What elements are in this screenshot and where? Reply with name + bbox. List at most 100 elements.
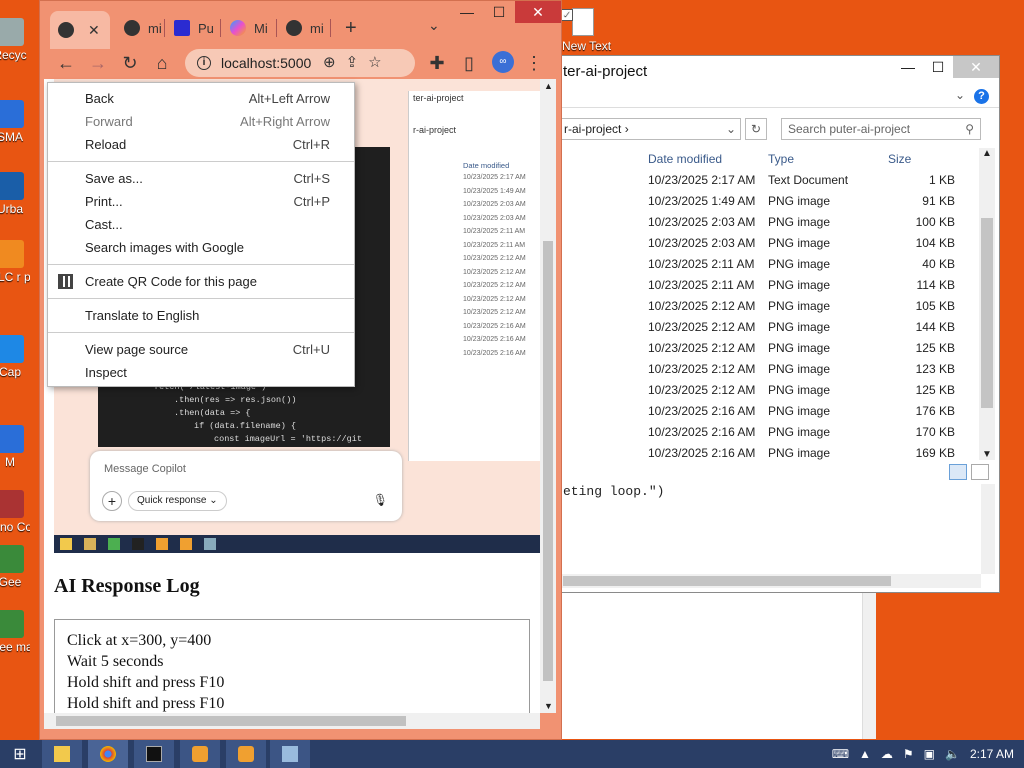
chevron-down-icon[interactable]: ⌄ [726, 122, 736, 136]
file-row[interactable]: 10/23/2025 2:17 AM Text Document 1 KB [559, 170, 979, 191]
refresh-button[interactable]: ↻ [745, 118, 767, 140]
menu-item-cast[interactable]: Cast... [48, 213, 354, 236]
scroll-up-icon[interactable]: ▲ [982, 148, 992, 159]
clock[interactable]: 2:17 AM [970, 747, 1014, 761]
chevron-down-icon[interactable]: ⌄ [955, 88, 965, 102]
menu-item-print[interactable]: Print... Ctrl+P [48, 190, 354, 213]
address-bar[interactable]: r-ai-project › ⌄ [559, 118, 741, 140]
tab-search-chevron-icon[interactable]: ⌄ [428, 17, 440, 34]
vertical-scrollbar[interactable] [862, 593, 876, 739]
file-row[interactable]: 10/23/2025 2:12 AM PNG image 123 KB [559, 359, 979, 380]
desktop-icon[interactable]: Gee ma [0, 610, 30, 654]
details-view-icon[interactable] [949, 464, 967, 480]
back-button[interactable]: ← [54, 51, 78, 75]
menu-item-search-images-with-google[interactable]: Search images with Google [48, 236, 354, 259]
desktop-icon[interactable]: Cap [0, 335, 30, 379]
menu-item-forward[interactable]: Forward Alt+Right Arrow [48, 110, 354, 133]
zoom-icon[interactable]: ⊕ [323, 53, 336, 71]
horizontal-scrollbar[interactable] [559, 574, 981, 588]
new-tab-button[interactable]: + [345, 17, 357, 40]
taskbar-notepad[interactable] [270, 740, 310, 768]
scrollbar-thumb[interactable] [56, 716, 406, 726]
menu-item-translate-to-english[interactable]: Translate to English [48, 304, 354, 327]
checkbox-icon[interactable]: ✓ [561, 9, 573, 21]
tab-github-1[interactable]: mi [116, 11, 162, 45]
close-tab-icon[interactable]: ✕ [88, 22, 100, 39]
file-row[interactable]: 10/23/2025 2:03 AM PNG image 100 KB [559, 212, 979, 233]
tab-copilot[interactable]: Mi [222, 11, 268, 45]
file-row[interactable]: 10/23/2025 2:12 AM PNG image 144 KB [559, 317, 979, 338]
scroll-up-icon[interactable]: ▲ [544, 81, 553, 91]
taskbar-chrome[interactable] [88, 740, 128, 768]
column-type[interactable]: Type [768, 152, 794, 166]
desktop-icon[interactable]: SMA [0, 100, 30, 144]
close-button[interactable]: ✕ [953, 56, 999, 78]
column-size[interactable]: Size [888, 152, 911, 166]
desktop-icon[interactable]: M [0, 425, 30, 469]
horizontal-scrollbar[interactable] [44, 713, 540, 729]
file-row[interactable]: 10/23/2025 1:49 AM PNG image 91 KB [559, 191, 979, 212]
vertical-scrollbar[interactable] [981, 484, 995, 574]
bookmark-star-icon[interactable]: ☆ [368, 53, 381, 71]
taskbar-app-1[interactable] [180, 740, 220, 768]
menu-item-view-page-source[interactable]: View page source Ctrl+U [48, 338, 354, 361]
site-info-icon[interactable]: i [197, 56, 211, 70]
side-panel-icon[interactable]: ▯ [457, 51, 481, 75]
file-row[interactable]: 10/23/2025 2:03 AM PNG image 104 KB [559, 233, 979, 254]
help-icon[interactable]: ? [974, 89, 989, 104]
reload-button[interactable]: ↻ [118, 51, 142, 75]
share-icon[interactable]: ⇪ [346, 53, 359, 71]
file-row[interactable]: 10/23/2025 2:12 AM PNG image 105 KB [559, 296, 979, 317]
desktop-icon[interactable]: Inno Con [0, 490, 30, 534]
desktop-icon[interactable]: Gee [0, 545, 30, 589]
scroll-down-icon[interactable]: ▼ [982, 449, 992, 460]
close-button[interactable]: ✕ [515, 1, 561, 23]
desktop-icon[interactable]: Urba [0, 172, 30, 216]
column-date-modified[interactable]: Date modified [648, 152, 722, 166]
profile-avatar[interactable]: ∞ [492, 51, 514, 73]
vertical-scrollbar[interactable]: ▲ ▼ [979, 148, 995, 460]
file-row[interactable]: 10/23/2025 2:16 AM PNG image 170 KB [559, 422, 979, 443]
extensions-icon[interactable]: ✚ [425, 51, 449, 75]
network-icon[interactable]: ▣ [924, 747, 935, 761]
taskbar-file-explorer[interactable] [42, 740, 82, 768]
explorer-titlebar[interactable]: ter-ai-project — ☐ ✕ [559, 56, 999, 86]
forward-button[interactable]: → [86, 51, 110, 75]
tab-puter[interactable]: Pu [166, 11, 214, 45]
desktop-icon[interactable]: VLC r pla [0, 240, 30, 284]
scrollbar-thumb[interactable] [543, 241, 553, 681]
desktop-icon[interactable]: Recyc [0, 18, 30, 62]
desktop-new-text-file[interactable]: ✓ New Text [561, 8, 622, 53]
tab-github-2[interactable]: mi [278, 11, 324, 45]
notification-icon[interactable]: ⚑ [903, 747, 914, 761]
large-icons-view-icon[interactable] [971, 464, 989, 480]
scroll-down-icon[interactable]: ▼ [544, 701, 553, 711]
scrollbar-thumb[interactable] [981, 218, 993, 408]
minimize-button[interactable]: — [451, 1, 483, 23]
menu-item-create-qr-code-for-this-page[interactable]: Create QR Code for this page [48, 270, 354, 293]
keyboard-icon[interactable]: ⌨ [832, 747, 849, 761]
home-button[interactable]: ⌂ [150, 51, 174, 75]
file-row[interactable]: 10/23/2025 2:12 AM PNG image 125 KB [559, 380, 979, 401]
menu-kebab-icon[interactable]: ⋮ [522, 51, 546, 75]
menu-item-back[interactable]: Back Alt+Left Arrow [48, 87, 354, 110]
menu-item-save-as[interactable]: Save as... Ctrl+S [48, 167, 354, 190]
show-hidden-icons-icon[interactable]: ▲ [859, 747, 871, 761]
file-row[interactable]: 10/23/2025 2:16 AM PNG image 176 KB [559, 401, 979, 422]
search-input[interactable]: Search puter-ai-project ⚲ [781, 118, 981, 140]
tab-active[interactable]: ✕ [50, 11, 110, 49]
file-row[interactable]: 10/23/2025 2:11 AM PNG image 114 KB [559, 275, 979, 296]
start-button[interactable]: ⊞ [10, 740, 30, 768]
maximize-button[interactable]: ☐ [923, 56, 953, 78]
volume-icon[interactable]: 🔈 [945, 747, 960, 761]
minimize-button[interactable]: — [893, 56, 923, 78]
taskbar-terminal[interactable] [134, 740, 174, 768]
file-row[interactable]: 10/23/2025 2:11 AM PNG image 40 KB [559, 254, 979, 275]
menu-item-reload[interactable]: Reload Ctrl+R [48, 133, 354, 156]
maximize-button[interactable]: ☐ [483, 1, 515, 23]
onedrive-icon[interactable]: ☁ [881, 747, 893, 761]
file-row[interactable]: 10/23/2025 2:12 AM PNG image 125 KB [559, 338, 979, 359]
file-row[interactable]: 10/23/2025 2:16 AM PNG image 169 KB [559, 443, 979, 464]
taskbar-app-2[interactable] [226, 740, 266, 768]
vertical-scrollbar[interactable]: ▲ ▼ [540, 79, 556, 713]
